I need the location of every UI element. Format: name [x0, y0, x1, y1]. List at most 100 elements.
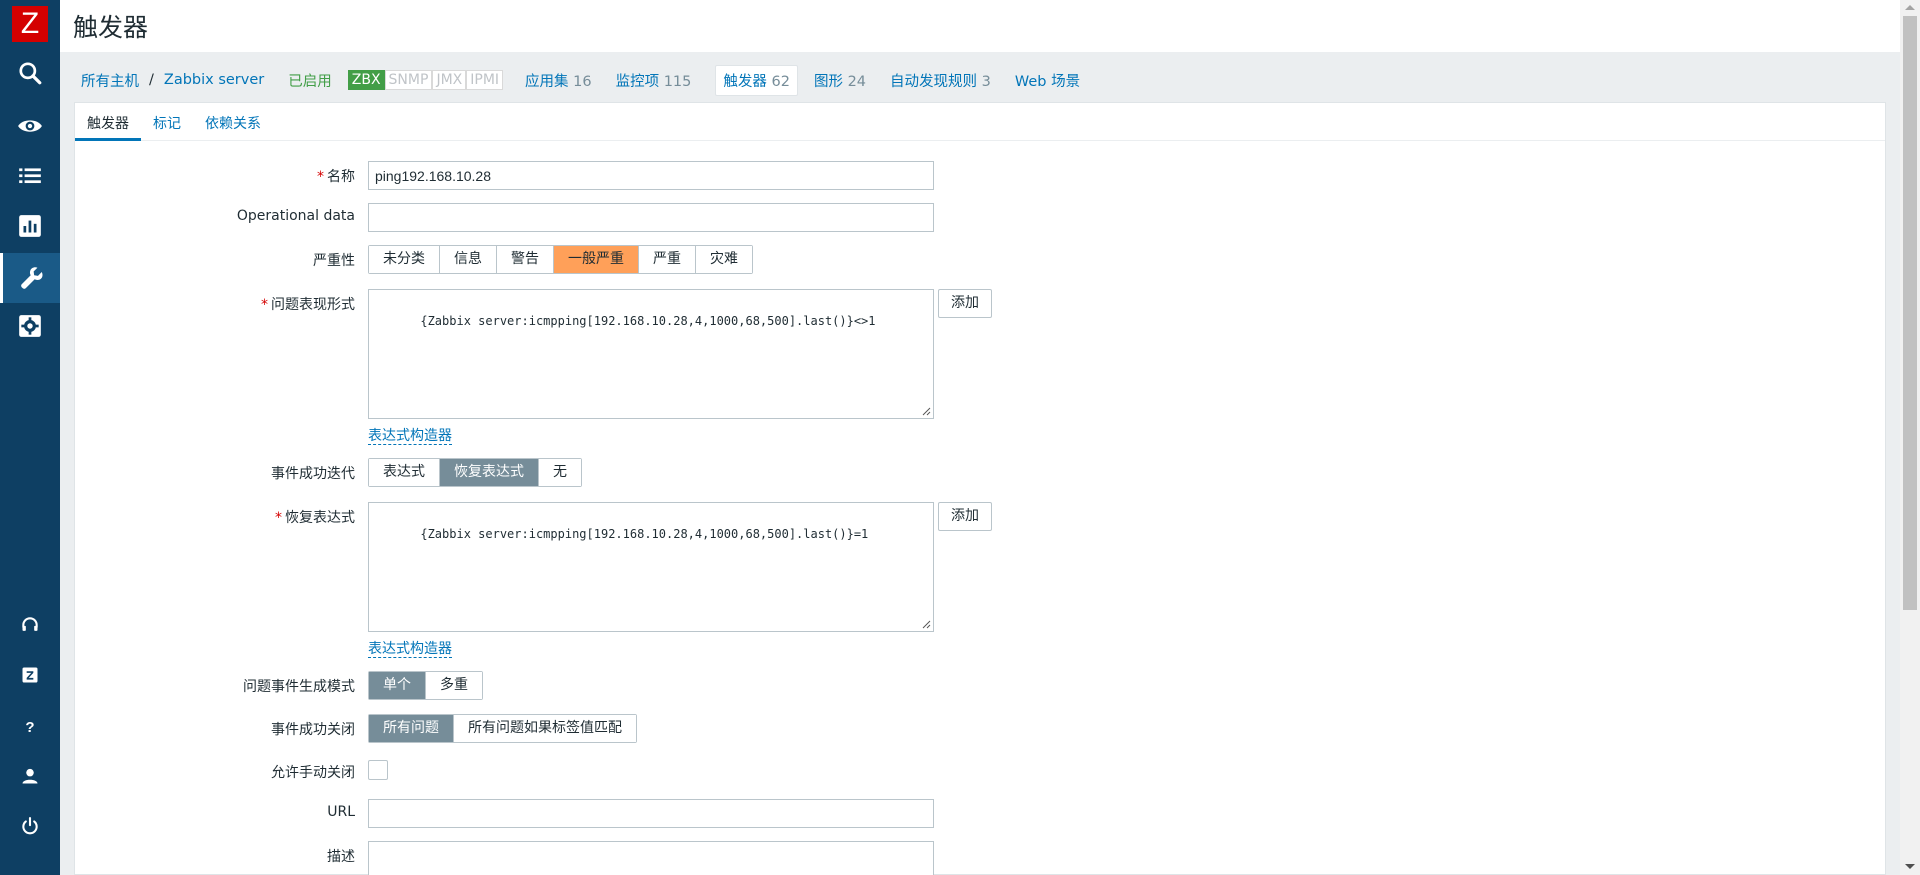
zabbix-share-icon[interactable]	[10, 655, 50, 695]
svg-text:?: ?	[25, 719, 34, 736]
nav-applications-label[interactable]: 应用集	[525, 74, 569, 90]
mode-single[interactable]: 单个	[369, 672, 426, 699]
name-label: * 名称	[75, 166, 355, 186]
recovery-text[interactable]: {Zabbix server:icmpping[192.168.10.28,4,…	[420, 527, 868, 541]
scroll-up-icon[interactable]	[1905, 5, 1915, 10]
sidebar: Z ?	[0, 0, 60, 875]
zabbix-logo[interactable]: Z	[12, 6, 48, 42]
severity-high[interactable]: 严重	[639, 246, 696, 273]
ok-close-label: 事件成功关闭	[271, 722, 355, 738]
nav-graphs[interactable]: 图形 24	[814, 70, 866, 91]
tab-dependencies[interactable]: 依赖关系	[193, 103, 273, 141]
form-tabs: 触发器 标记 依赖关系	[75, 103, 1885, 141]
mode-label: 问题事件生成模式	[243, 679, 355, 695]
severity-not-classified[interactable]: 未分类	[369, 246, 440, 273]
expression-row: * 问题表现形式 {Zabbix server:icmpping[192.168.…	[75, 289, 1175, 445]
mode-multiple[interactable]: 多重	[426, 672, 482, 699]
required-marker: *	[261, 297, 268, 313]
manual-close-label: 允许手动关闭	[271, 765, 355, 781]
eye-icon[interactable]	[10, 106, 50, 146]
ok-close-selector: 所有问题 所有问题如果标签值匹配	[368, 714, 637, 743]
scrollbar-thumb[interactable]	[1903, 16, 1917, 610]
ok-event-expression[interactable]: 表达式	[369, 459, 440, 486]
ok-event-none[interactable]: 无	[539, 459, 581, 486]
nav-web[interactable]: Web 场景	[1015, 70, 1080, 91]
expression-add-button[interactable]: 添加	[938, 289, 992, 318]
expression-builder-link[interactable]: 表达式构造器	[368, 428, 452, 445]
name-input[interactable]	[368, 161, 934, 190]
resize-handle-icon[interactable]	[921, 619, 931, 629]
ipmi-badge: IPMI	[466, 70, 504, 90]
recovery-label-text: 恢复表达式	[285, 510, 355, 526]
nav-graphs-count: 24	[847, 73, 867, 90]
recovery-textarea[interactable]: {Zabbix server:icmpping[192.168.10.28,4,…	[368, 502, 934, 632]
description-label: 描述	[327, 849, 355, 865]
nav-discovery-count: 3	[981, 73, 991, 90]
url-input[interactable]	[368, 799, 934, 828]
tab-trigger[interactable]: 触发器	[75, 103, 141, 141]
nav-applications-count: 16	[573, 73, 592, 90]
resize-handle-icon[interactable]	[921, 406, 931, 416]
severity-disaster[interactable]: 灾难	[696, 246, 752, 273]
severity-average[interactable]: 一般严重	[554, 246, 639, 273]
opdata-label: Operational data	[236, 208, 355, 224]
breadcrumb-separator: /	[149, 72, 154, 88]
title-bar	[60, 0, 1900, 52]
nav-graphs-label[interactable]: 图形	[814, 74, 843, 90]
power-icon[interactable]	[10, 806, 50, 846]
chart-icon[interactable]	[10, 206, 50, 246]
nav-triggers-count: 62	[771, 73, 790, 90]
nav-web-label[interactable]: Web 场景	[1015, 74, 1080, 90]
trigger-form-panel: 触发器 标记 依赖关系 *名称 Operational data 严重性 未分类…	[74, 102, 1886, 875]
recovery-row: * 恢复表达式 {Zabbix server:icmpping[192.168.1…	[75, 502, 1175, 658]
host-link[interactable]: Zabbix server	[164, 72, 264, 88]
nav-discovery-label[interactable]: 自动发现规则	[890, 74, 977, 90]
ok-event-recovery-expression[interactable]: 恢复表达式	[440, 459, 539, 486]
recovery-add-button[interactable]: 添加	[938, 502, 992, 531]
recovery-label: * 恢复表达式	[75, 507, 355, 527]
page-title: 触发器	[73, 13, 149, 42]
ok-event-label: 事件成功迭代	[271, 466, 355, 482]
ok-close-all[interactable]: 所有问题	[369, 715, 454, 742]
required-marker: *	[275, 510, 282, 526]
nav-items[interactable]: 监控项 115	[616, 70, 692, 91]
description-textarea[interactable]	[368, 841, 934, 875]
scroll-down-icon[interactable]	[1905, 864, 1915, 869]
all-hosts-link[interactable]: 所有主机	[81, 74, 139, 90]
expression-text[interactable]: {Zabbix server:icmpping[192.168.10.28,4,…	[420, 314, 875, 328]
jmx-badge: JMX	[432, 70, 467, 90]
severity-selector: 未分类 信息 警告 一般严重 严重 灾难	[368, 245, 753, 274]
tab-tags[interactable]: 标记	[141, 103, 193, 141]
expression-label: * 问题表现形式	[75, 294, 355, 314]
required-marker: *	[317, 169, 324, 185]
nav-items-count: 115	[663, 73, 692, 90]
severity-warning[interactable]: 警告	[497, 246, 554, 273]
headset-icon[interactable]	[10, 605, 50, 645]
user-icon[interactable]	[10, 756, 50, 796]
host-navigation: 所有主机 / Zabbix server 已启用 ZBX SNMP JMX IP…	[60, 62, 1104, 98]
nav-items-label[interactable]: 监控项	[616, 74, 660, 90]
status-badge[interactable]: 已启用	[288, 70, 332, 91]
wrench-icon[interactable]	[0, 253, 60, 303]
help-icon[interactable]: ?	[10, 706, 50, 746]
manual-close-checkbox[interactable]	[368, 760, 388, 780]
severity-label: 严重性	[313, 253, 355, 269]
expression-textarea[interactable]: {Zabbix server:icmpping[192.168.10.28,4,…	[368, 289, 934, 419]
gear-icon[interactable]	[10, 306, 50, 346]
availability-badges: ZBX SNMP JMX IPMI	[347, 70, 504, 90]
nav-discovery[interactable]: 自动发现规则 3	[890, 70, 991, 91]
opdata-input[interactable]	[368, 203, 934, 232]
nav-triggers[interactable]: 触发器 62	[715, 64, 798, 96]
search-icon[interactable]	[10, 53, 50, 93]
severity-information[interactable]: 信息	[440, 246, 497, 273]
url-label: URL	[327, 804, 355, 820]
ok-event-selector: 表达式 恢复表达式 无	[368, 458, 582, 487]
nav-applications[interactable]: 应用集 16	[525, 70, 592, 91]
ok-close-tag-match[interactable]: 所有问题如果标签值匹配	[454, 715, 636, 742]
recovery-builder-link[interactable]: 表达式构造器	[368, 641, 452, 658]
page-scrollbar[interactable]	[1900, 0, 1920, 875]
list-icon[interactable]	[10, 156, 50, 196]
snmp-badge: SNMP	[384, 70, 433, 90]
zbx-badge: ZBX	[347, 70, 385, 90]
nav-triggers-label[interactable]: 触发器	[723, 74, 767, 90]
